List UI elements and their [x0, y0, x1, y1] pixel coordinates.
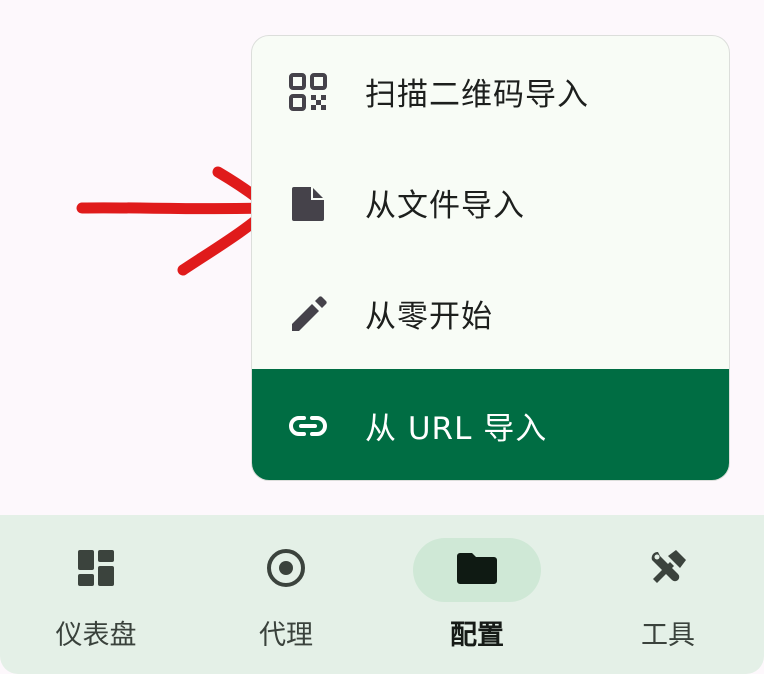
- nav-item-profiles[interactable]: 配置: [382, 515, 572, 674]
- nav-pill: [32, 538, 160, 602]
- nav-pill-selected: [413, 538, 541, 602]
- link-icon: [288, 406, 328, 446]
- nav-pill: [222, 538, 350, 602]
- menu-item-label: 从零开始: [365, 299, 493, 335]
- nav-label: 配置: [450, 620, 504, 651]
- menu-item-import-url[interactable]: 从 URL 导入: [252, 369, 729, 480]
- nav-item-tools[interactable]: 工具: [573, 515, 763, 674]
- menu-item-label: 从文件导入: [365, 188, 525, 224]
- pencil-icon: [288, 294, 328, 334]
- nav-label: 代理: [259, 620, 313, 651]
- menu-item-import-file[interactable]: 从文件导入: [252, 147, 729, 258]
- file-icon: [288, 183, 328, 223]
- menu-item-from-scratch[interactable]: 从零开始: [252, 258, 729, 369]
- radio-button-icon: [265, 547, 307, 593]
- nav-item-dashboard[interactable]: 仪表盘: [1, 515, 191, 674]
- import-menu: 扫描二维码导入 从文件导入 从零开始 从 URL 导入: [251, 35, 730, 481]
- nav-label: 工具: [641, 620, 695, 651]
- menu-item-scan-qr[interactable]: 扫描二维码导入: [252, 36, 729, 147]
- nav-label: 仪表盘: [55, 620, 137, 651]
- nav-item-proxy[interactable]: 代理: [191, 515, 381, 674]
- tools-icon: [648, 548, 688, 592]
- dashboard-icon: [77, 549, 115, 591]
- menu-item-label: 从 URL 导入: [365, 411, 548, 447]
- nav-pill: [604, 538, 732, 602]
- folder-icon: [456, 551, 498, 589]
- menu-item-label: 扫描二维码导入: [365, 77, 589, 113]
- qr-code-icon: [288, 72, 328, 112]
- bottom-navigation: 仪表盘 代理 配置 工具: [0, 515, 764, 674]
- screen: 扫描二维码导入 从文件导入 从零开始 从 URL 导入 仪表盘 代理 配置 工具: [0, 0, 764, 674]
